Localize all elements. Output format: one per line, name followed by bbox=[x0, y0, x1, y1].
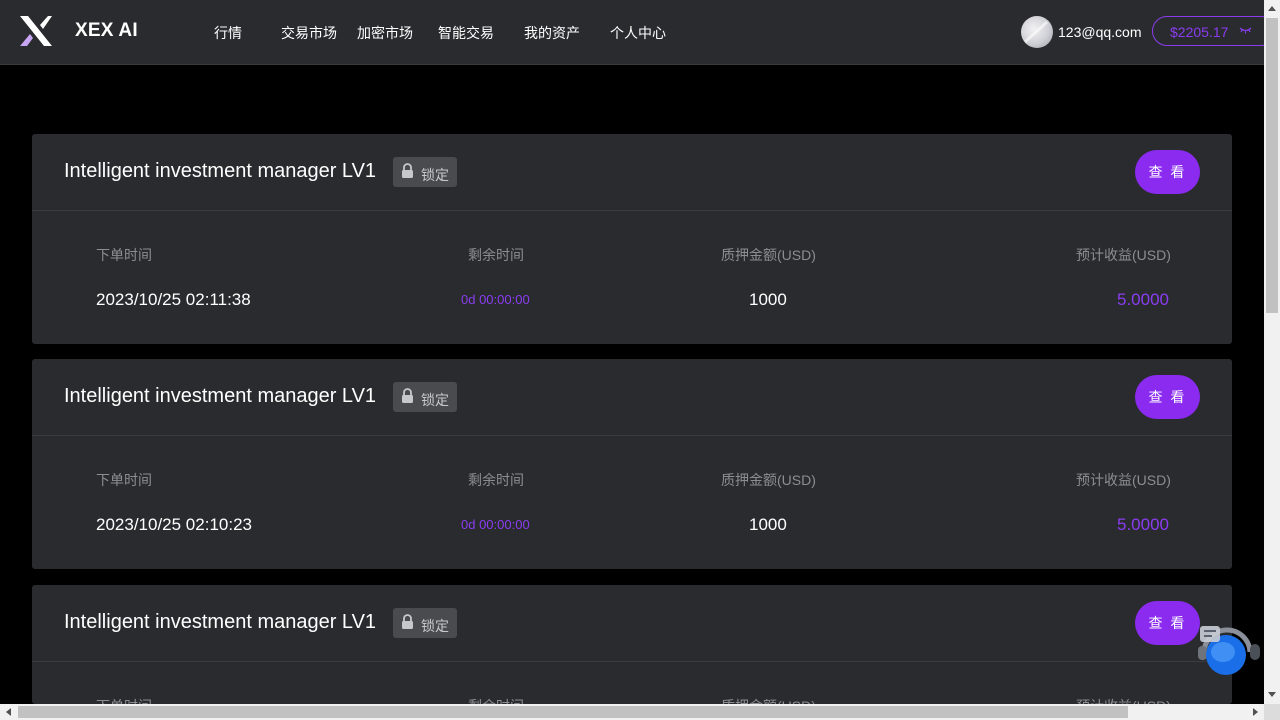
card-header: Intelligent investment manager LV1 锁定 查 … bbox=[32, 585, 1232, 662]
balance-value: $2205.17 bbox=[1170, 24, 1229, 40]
expected-profit-value: 5.0000 bbox=[1117, 290, 1169, 309]
vertical-scrollbar[interactable] bbox=[1264, 0, 1280, 704]
horizontal-scrollbar[interactable] bbox=[0, 704, 1264, 720]
scroll-right-arrow-icon[interactable] bbox=[1253, 708, 1258, 716]
pledge-amount-label: 质押金额(USD) bbox=[721, 696, 816, 704]
order-time-label: 下单时间 bbox=[96, 472, 152, 488]
scroll-up-arrow-icon[interactable] bbox=[1268, 6, 1276, 11]
nav-crypto-market[interactable]: 加密市场 bbox=[357, 23, 413, 43]
remaining-time-label: 剩余时间 bbox=[468, 472, 524, 488]
status-label: 锁定 bbox=[421, 392, 449, 408]
order-time-label: 下单时间 bbox=[96, 696, 152, 704]
order-time-value: 2023/10/25 02:11:38 bbox=[96, 290, 251, 309]
status-label: 锁定 bbox=[421, 618, 449, 634]
lock-icon bbox=[402, 163, 413, 178]
view-button[interactable]: 查 看 bbox=[1135, 150, 1200, 194]
status-badge: 锁定 bbox=[393, 157, 457, 187]
pledge-amount-value: 1000 bbox=[749, 290, 787, 309]
scrollbar-corner bbox=[1264, 704, 1280, 720]
remaining-time-value: 0d 00:00:00 bbox=[461, 517, 530, 532]
nav-personal-center[interactable]: 个人中心 bbox=[610, 23, 666, 43]
product-title: Intelligent investment manager LV1 bbox=[64, 385, 377, 407]
brand-name[interactable]: XEX AI bbox=[75, 20, 138, 42]
remaining-time-label: 剩余时间 bbox=[468, 696, 524, 704]
pledge-amount-label: 质押金额(USD) bbox=[721, 247, 816, 263]
horizontal-scroll-thumb[interactable] bbox=[18, 706, 1128, 718]
avatar-icon[interactable] bbox=[1021, 16, 1053, 48]
remaining-time-value: 0d 00:00:00 bbox=[461, 292, 530, 307]
nav-trading-market[interactable]: 交易市场 bbox=[281, 23, 337, 43]
status-label: 锁定 bbox=[421, 167, 449, 183]
eye-closed-icon[interactable] bbox=[1239, 26, 1252, 36]
scroll-down-arrow-icon[interactable] bbox=[1268, 692, 1276, 697]
pledge-amount-label: 质押金额(USD) bbox=[721, 472, 816, 488]
view-button[interactable]: 查 看 bbox=[1135, 375, 1200, 419]
nav-smart-trading[interactable]: 智能交易 bbox=[438, 23, 494, 43]
order-time-value: 2023/10/25 02:10:23 bbox=[96, 515, 252, 534]
order-card: Intelligent investment manager LV1 锁定 查 … bbox=[32, 585, 1232, 704]
expected-profit-value: 5.0000 bbox=[1117, 515, 1169, 534]
order-card: Intelligent investment manager LV1 锁定 查 … bbox=[32, 134, 1232, 344]
order-card: Intelligent investment manager LV1 锁定 查 … bbox=[32, 359, 1232, 569]
lock-icon bbox=[402, 388, 413, 403]
expected-profit-label: 预计收益(USD) bbox=[1076, 472, 1171, 488]
product-title: Intelligent investment manager LV1 bbox=[64, 160, 377, 182]
balance-button[interactable]: $2205.17 bbox=[1152, 16, 1276, 46]
status-badge: 锁定 bbox=[393, 382, 457, 412]
card-header: Intelligent investment manager LV1 锁定 查 … bbox=[32, 134, 1232, 211]
order-time-label: 下单时间 bbox=[96, 247, 152, 263]
nav-market-quotes[interactable]: 行情 bbox=[214, 23, 242, 43]
xex-logo-icon[interactable] bbox=[18, 14, 54, 48]
remaining-time-label: 剩余时间 bbox=[468, 247, 524, 263]
customer-service-icon[interactable] bbox=[1196, 622, 1262, 678]
pledge-amount-value: 1000 bbox=[749, 515, 787, 534]
expected-profit-label: 预计收益(USD) bbox=[1076, 247, 1171, 263]
top-navbar: XEX AI 行情 交易市场 加密市场 智能交易 我的资产 个人中心 123@q… bbox=[0, 0, 1276, 65]
scroll-left-arrow-icon[interactable] bbox=[6, 708, 11, 716]
vertical-scroll-thumb[interactable] bbox=[1266, 18, 1278, 313]
view-button[interactable]: 查 看 bbox=[1135, 601, 1200, 645]
nav-my-assets[interactable]: 我的资产 bbox=[524, 23, 580, 43]
status-badge: 锁定 bbox=[393, 608, 457, 638]
card-header: Intelligent investment manager LV1 锁定 查 … bbox=[32, 359, 1232, 436]
expected-profit-label: 预计收益(USD) bbox=[1076, 696, 1171, 704]
product-title: Intelligent investment manager LV1 bbox=[64, 611, 377, 633]
user-email[interactable]: 123@qq.com bbox=[1058, 24, 1141, 40]
lock-icon bbox=[402, 614, 413, 629]
